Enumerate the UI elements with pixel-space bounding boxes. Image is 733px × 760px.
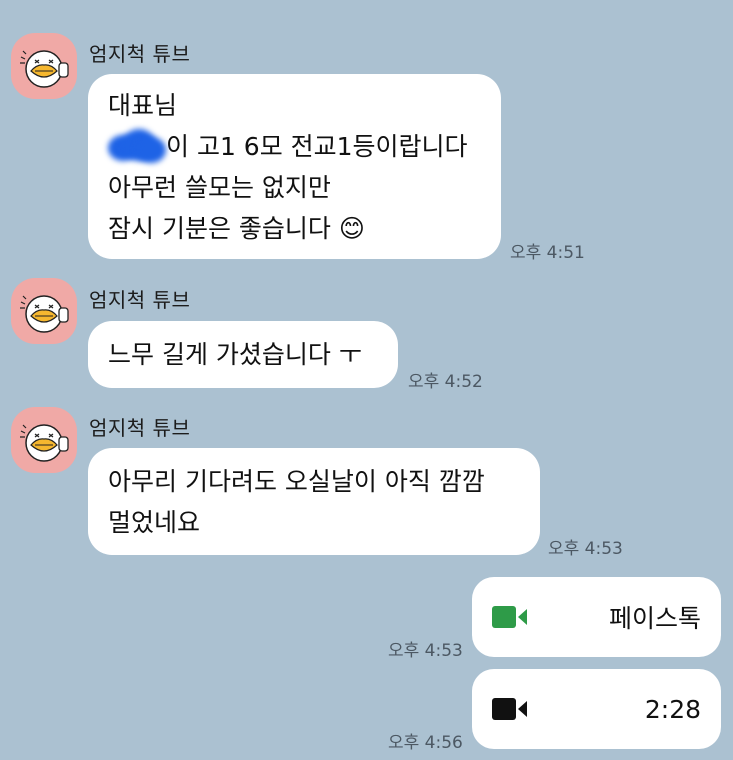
- message-bubble[interactable]: 느무 길게 가셨습니다 ㅜ: [88, 321, 398, 388]
- call-duration: 2:28: [644, 694, 701, 724]
- call-time: 오후 4:56: [388, 733, 463, 753]
- avatar[interactable]: [11, 278, 77, 344]
- avatar[interactable]: [11, 407, 77, 473]
- message-line: 아무런 쓸모는 없지만: [108, 173, 331, 202]
- call-duration-bubble[interactable]: 2:28: [472, 669, 721, 749]
- sender-name: 엄지척 튜브: [89, 416, 191, 440]
- video-camera-icon: [492, 606, 527, 628]
- thumbs-up-character-icon: [20, 50, 69, 88]
- message-bubble[interactable]: 아무리 기다려도 오실날이 아직 깜깜 멀었네요: [88, 448, 540, 555]
- call-label: 페이스톡: [608, 604, 701, 633]
- redacted-name-blur: [108, 129, 166, 163]
- call-time: 오후 4:53: [388, 641, 463, 661]
- message-line: 대표님: [108, 91, 178, 120]
- message-line: 느무 길게 가셨습니다 ㅜ: [108, 340, 362, 369]
- message-time: 오후 4:51: [510, 243, 585, 263]
- avatar[interactable]: [11, 33, 77, 99]
- facetalk-call-bubble[interactable]: 페이스톡: [472, 577, 721, 657]
- message-time: 오후 4:52: [408, 372, 483, 392]
- thumbs-up-character-icon: [20, 295, 69, 333]
- sender-name: 엄지척 튜브: [89, 42, 191, 66]
- sender-name: 엄지척 튜브: [89, 288, 191, 312]
- message-line: 아무리 기다려도 오실날이 아직 깜깜: [108, 467, 485, 496]
- message-time: 오후 4:53: [548, 539, 623, 559]
- message-line: 잠시 기분은 좋습니다 😊: [108, 214, 365, 243]
- message-line: 이 고1 6모 전교1등이랍니다: [108, 126, 481, 167]
- message-bubble[interactable]: 대표님 이 고1 6모 전교1등이랍니다 아무런 쓸모는 없지만 잠시 기분은 …: [88, 74, 501, 259]
- thumbs-up-character-icon: [20, 424, 69, 462]
- message-line: 멀었네요: [108, 508, 201, 537]
- video-camera-icon: [492, 698, 527, 720]
